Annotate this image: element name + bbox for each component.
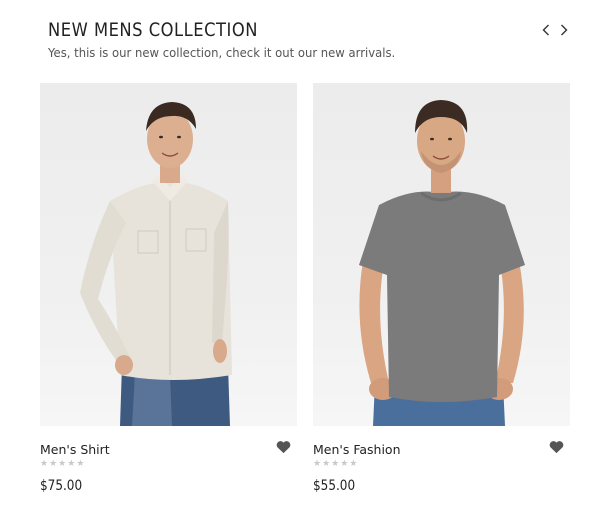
- mens-fashion-photo: [359, 100, 525, 426]
- star-icon: ★: [313, 459, 322, 469]
- star-icon: ★: [67, 459, 76, 469]
- product-image-mens-fashion[interactable]: [313, 83, 570, 426]
- product-rating: ★ ★ ★ ★ ★: [40, 459, 84, 469]
- star-icon: ★: [331, 459, 340, 469]
- star-icon: ★: [76, 459, 85, 469]
- section-title: NEW MENS COLLECTION: [48, 19, 259, 41]
- section-subtitle: Yes, this is our new collection, check i…: [48, 45, 396, 60]
- product-price: $55.00: [313, 478, 356, 494]
- product-name[interactable]: Men's Shirt: [40, 442, 110, 457]
- product-name[interactable]: Men's Fashion: [313, 442, 401, 457]
- product-image-mens-shirt[interactable]: [40, 83, 297, 426]
- mens-shirt-photo: [80, 102, 232, 426]
- star-icon: ★: [340, 459, 349, 469]
- product-card-mens-shirt: Men's Shirt ★ ★ ★ ★ ★ $75.00: [40, 83, 297, 494]
- product-card-mens-fashion: Men's Fashion ★ ★ ★ ★ ★ $55.00: [313, 83, 570, 494]
- product-rating: ★ ★ ★ ★ ★: [313, 459, 357, 469]
- carousel-next-button[interactable]: [559, 23, 569, 37]
- star-icon: ★: [322, 459, 331, 469]
- carousel-prev-button[interactable]: [541, 23, 551, 37]
- heart-icon[interactable]: [276, 440, 291, 454]
- star-icon: ★: [40, 459, 49, 469]
- star-icon: ★: [349, 459, 358, 469]
- star-icon: ★: [49, 459, 58, 469]
- carousel-nav: [541, 23, 569, 37]
- star-icon: ★: [58, 459, 67, 469]
- heart-icon[interactable]: [549, 440, 564, 454]
- chevron-right-icon: [561, 24, 568, 36]
- chevron-left-icon: [542, 24, 549, 36]
- product-price: $75.00: [40, 478, 83, 494]
